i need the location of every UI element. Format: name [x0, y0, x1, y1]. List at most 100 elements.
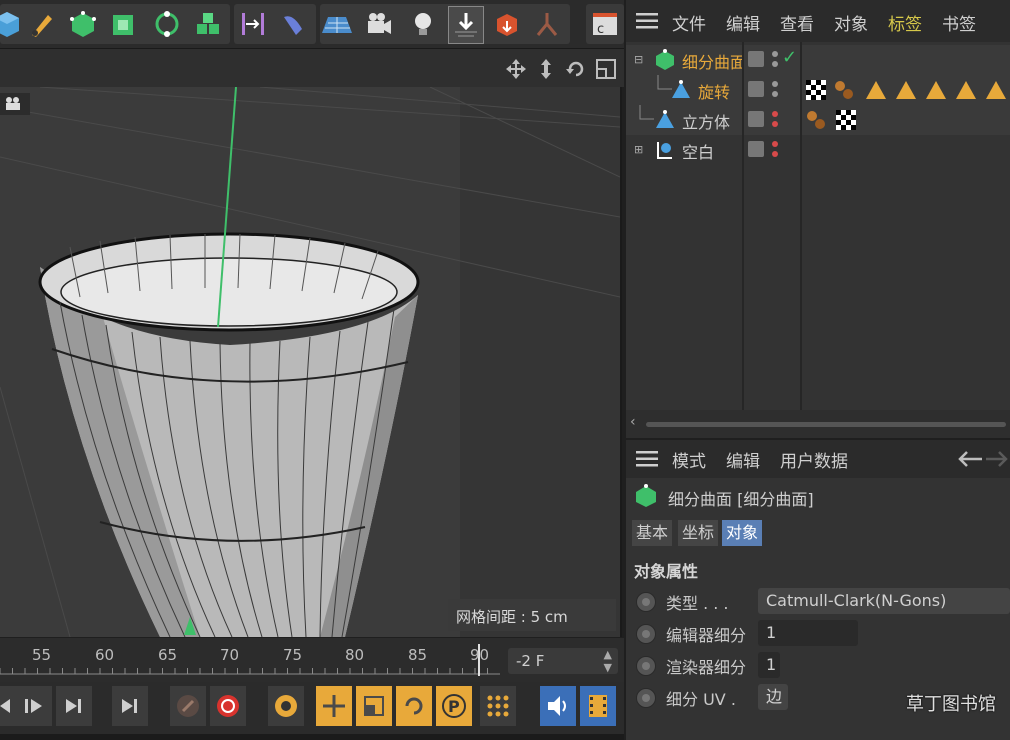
object-row-lathe[interactable]: 旋转: [626, 75, 1010, 105]
forward-arrow-icon[interactable]: [986, 450, 1010, 468]
visibility-render-dot[interactable]: [772, 61, 778, 67]
deformer-icon[interactable]: [276, 6, 310, 42]
record-key-icon[interactable]: [170, 686, 206, 726]
cube-generator-icon[interactable]: [106, 6, 140, 42]
back-arrow-icon[interactable]: [956, 450, 984, 468]
timeline-tick-60: 60: [95, 646, 115, 664]
object-array-icon[interactable]: [490, 6, 524, 42]
editor-subdivision-input[interactable]: 1: [758, 620, 858, 646]
lathe-object-icon: [672, 80, 690, 98]
viewport-3d[interactable]: [0, 87, 622, 637]
position-key-icon[interactable]: [316, 686, 352, 726]
menu-mode[interactable]: 模式: [672, 447, 706, 472]
horizontal-scrollbar[interactable]: ‹: [626, 410, 1010, 438]
array-icon[interactable]: [150, 6, 184, 42]
object-name-cube[interactable]: 立方体: [682, 109, 730, 133]
symmetry-icon[interactable]: [236, 6, 270, 42]
maximize-view-icon[interactable]: [594, 57, 618, 81]
layer-icon[interactable]: [748, 111, 764, 127]
layer-icon[interactable]: [748, 51, 764, 67]
autokey-icon[interactable]: [210, 686, 246, 726]
animate-radio[interactable]: [636, 656, 656, 676]
expand-icon[interactable]: ⊞: [634, 143, 643, 156]
timeline-tick-85: 85: [408, 646, 428, 664]
hamburger-menu-icon[interactable]: [636, 12, 658, 30]
floor-icon[interactable]: [320, 6, 354, 42]
spinner-icon[interactable]: ▲ ▼: [604, 648, 612, 674]
collapse-icon[interactable]: ⊟: [634, 53, 643, 66]
svg-text:P: P: [448, 697, 460, 716]
tab-coordinates[interactable]: 坐标: [678, 520, 719, 546]
menu-bookmarks[interactable]: 书签: [942, 10, 976, 35]
visibility-render-dot[interactable]: [772, 151, 778, 157]
film-strip-icon[interactable]: [580, 686, 616, 726]
object-name-subdivision[interactable]: 细分曲面: [682, 49, 742, 73]
light-icon[interactable]: [406, 6, 440, 42]
cube-icon[interactable]: [0, 6, 24, 42]
object-row-cube[interactable]: 立方体: [626, 105, 1010, 135]
pen-icon[interactable]: [24, 6, 58, 42]
tab-basic[interactable]: 基本: [632, 520, 673, 546]
viewport-header: [0, 49, 624, 87]
visibility-editor-dot[interactable]: [772, 111, 778, 117]
visibility-editor-dot[interactable]: [772, 141, 778, 147]
enabled-check-icon[interactable]: ✓: [782, 47, 797, 68]
timeline-ruler[interactable]: 55 60 65 70 75 80 85 90 -2 F ▲ ▼: [0, 638, 624, 682]
move-view-icon[interactable]: [504, 57, 528, 81]
column-divider[interactable]: [800, 42, 802, 410]
joint-icon[interactable]: [530, 6, 564, 42]
object-name-lathe[interactable]: 旋转: [698, 79, 730, 103]
rotation-key-icon[interactable]: [396, 686, 432, 726]
property-editor-subdivision: 编辑器细分 1: [626, 620, 1010, 648]
point-level-icon[interactable]: [480, 686, 516, 726]
menu-file[interactable]: 文件: [672, 10, 706, 35]
scroll-left-icon[interactable]: ‹: [630, 414, 636, 430]
menu-view[interactable]: 查看: [780, 10, 814, 35]
animate-radio[interactable]: [636, 624, 656, 644]
object-row-null[interactable]: ⊞ 空白: [626, 135, 1010, 165]
layer-icon[interactable]: [748, 81, 764, 97]
subdivision-icon[interactable]: [66, 6, 100, 42]
go-to-end-icon[interactable]: [112, 686, 148, 726]
subdivide-uv-dropdown[interactable]: 边: [758, 684, 788, 710]
next-frame-icon[interactable]: [56, 686, 92, 726]
visibility-render-dot[interactable]: [772, 121, 778, 127]
sound-icon[interactable]: [540, 686, 576, 726]
visibility-editor-dot[interactable]: [772, 81, 778, 87]
play-forward-icon[interactable]: [16, 686, 52, 726]
render-subdivision-input[interactable]: 1: [758, 652, 780, 678]
tag-strip[interactable]: [806, 78, 1010, 102]
scale-key-icon[interactable]: [356, 686, 392, 726]
tab-object[interactable]: 对象: [722, 520, 763, 546]
tag-strip[interactable]: [806, 108, 866, 132]
type-dropdown[interactable]: Catmull-Clark(N-Gons): [758, 588, 1010, 614]
render-region-icon[interactable]: [448, 6, 484, 44]
keyframe-selection-icon[interactable]: [268, 686, 304, 726]
menu-tags[interactable]: 标签: [888, 10, 922, 35]
animate-radio[interactable]: [636, 592, 656, 612]
parameter-key-icon[interactable]: P: [436, 686, 472, 726]
layer-icon[interactable]: [748, 141, 764, 157]
scrollbar-thumb[interactable]: [646, 422, 1006, 427]
viewport-canvas[interactable]: [0, 87, 620, 637]
camera-icon[interactable]: [362, 6, 396, 42]
object-row-subdivision[interactable]: ⊟ 细分曲面 ✓: [626, 45, 1010, 75]
cloner-icon[interactable]: [192, 6, 226, 42]
property-label: 类型 . . .: [666, 594, 729, 613]
rotate-view-icon[interactable]: [564, 57, 588, 81]
current-frame-field[interactable]: -2 F ▲ ▼: [508, 648, 618, 674]
render-icon[interactable]: c: [588, 6, 622, 42]
column-divider[interactable]: [742, 42, 744, 410]
animate-radio[interactable]: [636, 688, 656, 708]
object-name-null[interactable]: 空白: [682, 139, 714, 163]
visibility-render-dot[interactable]: [772, 91, 778, 97]
grid-spacing-label: 网格间距 : 5 cm: [456, 608, 568, 626]
hamburger-menu-icon[interactable]: [636, 450, 658, 468]
menu-edit[interactable]: 编辑: [726, 10, 760, 35]
zoom-view-icon[interactable]: [534, 57, 558, 81]
menu-edit[interactable]: 编辑: [726, 447, 760, 472]
menu-objects[interactable]: 对象: [834, 10, 868, 35]
menu-user-data[interactable]: 用户数据: [780, 447, 848, 472]
object-manager-list: ⊟ 细分曲面 ✓ 旋转 立方体 ⊞ 空白: [626, 42, 1010, 410]
visibility-editor-dot[interactable]: [772, 51, 778, 57]
